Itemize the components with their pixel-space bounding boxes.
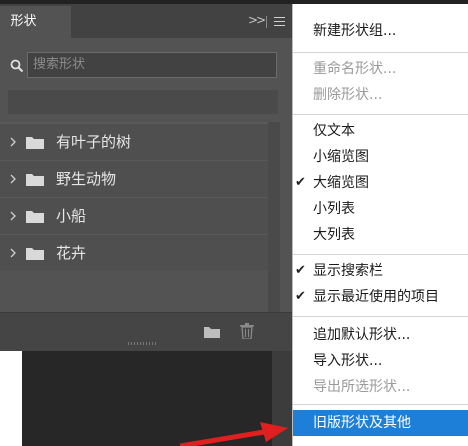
menu-separator	[293, 114, 468, 115]
folder-row-boats[interactable]: 小船	[0, 198, 268, 234]
panel-resize-grip[interactable]	[128, 342, 158, 345]
recent-shapes-bar	[8, 90, 278, 114]
menu-item-text-only[interactable]: 仅文本	[293, 118, 468, 144]
shape-folder-list: 有叶子的树 野生动物 小船 花卉	[0, 122, 268, 271]
menu-item-export-selected-shapes[interactable]: 导出所选形状...	[293, 374, 468, 400]
tab-bar-divider	[266, 16, 267, 28]
menu-separator	[293, 316, 468, 317]
panel-menu-icon[interactable]	[274, 17, 285, 26]
search-icon	[10, 59, 24, 73]
canvas-white-area	[0, 350, 22, 446]
menu-item-large-list[interactable]: 大列表	[293, 222, 468, 248]
checkmark-icon: ✔	[295, 263, 306, 278]
folder-icon	[26, 137, 44, 149]
menu-item-append-default-shapes[interactable]: 追加默认形状...	[293, 322, 468, 348]
folder-row-flowers[interactable]: 花卉	[0, 235, 268, 271]
chevron-right-icon[interactable]	[9, 247, 17, 259]
shapes-panel: 形状 >> 搜索形状 有叶子的树 野生动物 小船 花卉	[0, 4, 292, 351]
menu-item-small-thumbnail[interactable]: 小缩览图	[293, 144, 468, 170]
folder-label: 小船	[56, 207, 87, 225]
trash-icon[interactable]	[240, 323, 254, 339]
menu-separator	[293, 52, 468, 53]
search-placeholder: 搜索形状	[33, 57, 86, 72]
folder-label: 有叶子的树	[56, 133, 132, 151]
menu-item-delete-shape[interactable]: 删除形状...	[293, 82, 468, 108]
folder-icon	[26, 211, 44, 223]
folder-label: 花卉	[56, 244, 87, 262]
chevron-right-icon[interactable]	[9, 173, 17, 185]
annotation-arrow-icon	[180, 422, 288, 446]
list-empty-area	[0, 270, 268, 312]
folder-icon	[26, 174, 44, 186]
checkmark-icon: ✔	[295, 289, 306, 304]
search-input[interactable]: 搜索形状	[27, 52, 277, 78]
folder-icon	[26, 248, 44, 260]
tab-shapes[interactable]: 形状	[0, 6, 47, 38]
menu-separator	[293, 254, 468, 255]
menu-item-show-recent-items[interactable]: ✔ 显示最近使用的项目	[293, 284, 468, 310]
chevron-right-icon[interactable]	[9, 210, 17, 222]
tab-spacer	[47, 6, 71, 38]
menu-item-import-shapes[interactable]: 导入形状...	[293, 348, 468, 374]
menu-item-large-thumbnail[interactable]: ✔ 大缩览图	[293, 170, 468, 196]
folder-row-wildlife[interactable]: 野生动物	[0, 161, 268, 197]
menu-item-legacy-shapes[interactable]: 旧版形状及其他	[293, 410, 468, 436]
menu-item-rename-shape[interactable]: 重命名形状...	[293, 56, 468, 82]
menu-item-new-shape-group[interactable]: 新建形状组...	[293, 18, 468, 44]
new-folder-icon[interactable]	[204, 325, 220, 338]
panel-tab-bar: 形状 >>	[0, 4, 292, 38]
panel-footer	[0, 312, 292, 351]
menu-item-show-search-bar[interactable]: ✔ 显示搜索栏	[293, 258, 468, 284]
collapse-panel-icon[interactable]: >>	[248, 13, 266, 27]
folder-row-trees[interactable]: 有叶子的树	[0, 124, 268, 160]
chevron-right-icon[interactable]	[9, 136, 17, 148]
panel-flyout-menu: 新建形状组... 重命名形状... 删除形状... 仅文本 小缩览图 ✔ 大缩览图…	[292, 4, 468, 446]
menu-separator	[293, 404, 468, 405]
menu-item-small-list[interactable]: 小列表	[293, 196, 468, 222]
list-scrollbar[interactable]	[268, 122, 280, 312]
checkmark-icon: ✔	[295, 175, 306, 190]
folder-label: 野生动物	[56, 170, 117, 188]
